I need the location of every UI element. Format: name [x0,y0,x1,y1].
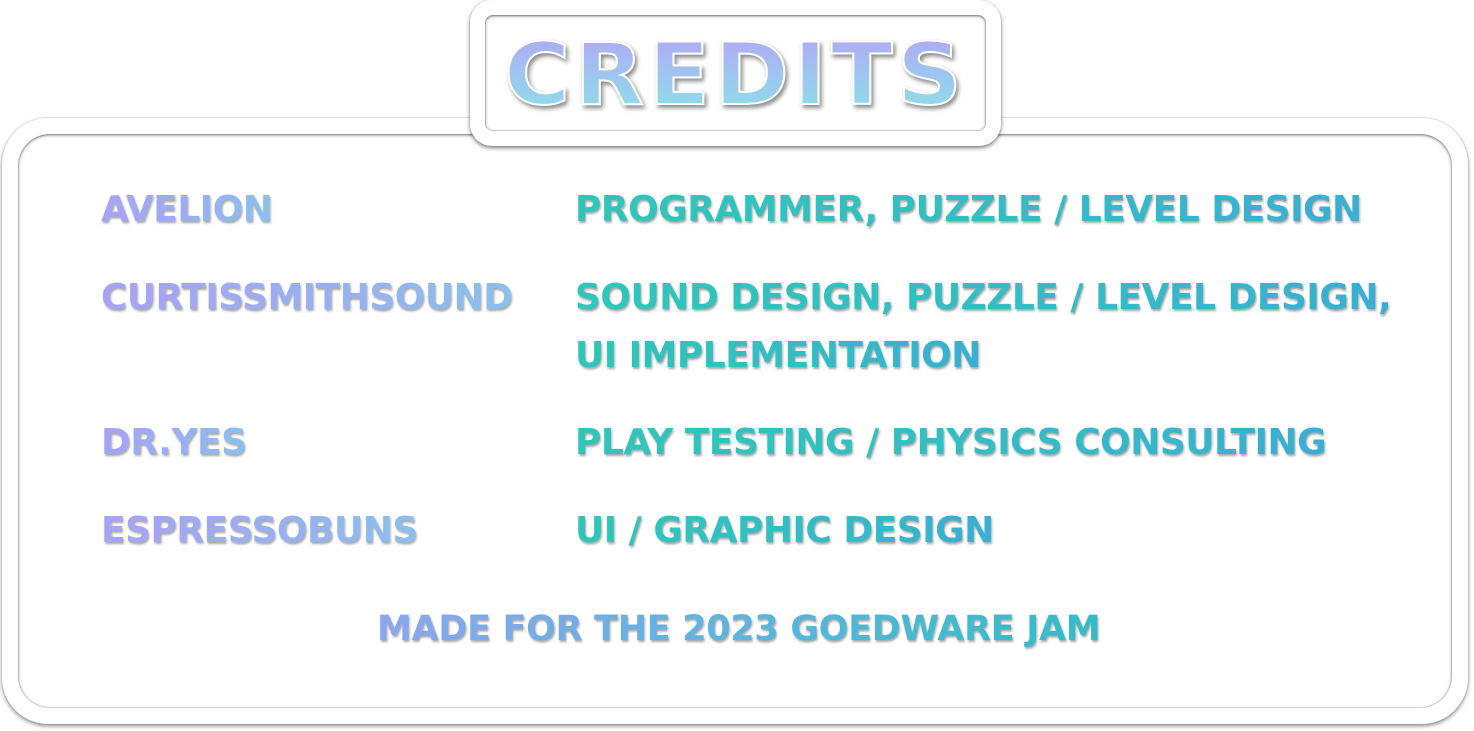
credit-name-espressobuns: ESPRESSOBUNS [101,510,418,551]
title-banner: CREDITS [470,0,1001,146]
credit-name-dryes: DR.YES [101,422,247,463]
credit-name-curtissmithsound: CURTISSMITHSOUND [101,277,513,318]
credit-role-espressobuns: UI / GRAPHIC DESIGN [575,510,994,551]
page-title: CREDITS [503,25,967,125]
title-banner-frame: CREDITS [485,15,986,131]
credit-role-curtissmithsound-line-1: SOUND DESIGN, PUZZLE / LEVEL DESIGN, [575,277,1392,318]
credit-name-avelion: AVELION [101,189,273,230]
jam-footer-text: MADE FOR THE 2023 GOEDWARE JAM [377,609,1101,649]
credit-role-curtissmithsound-line-2: UI IMPLEMENTATION [575,335,981,376]
credits-screen: CREDITS AVELION PROGRAMMER, PUZZLE / LEV… [0,0,1474,731]
credit-role-dryes: PLAY TESTING / PHYSICS CONSULTING [575,422,1327,463]
credit-role-avelion: PROGRAMMER, PUZZLE / LEVEL DESIGN [575,189,1362,230]
